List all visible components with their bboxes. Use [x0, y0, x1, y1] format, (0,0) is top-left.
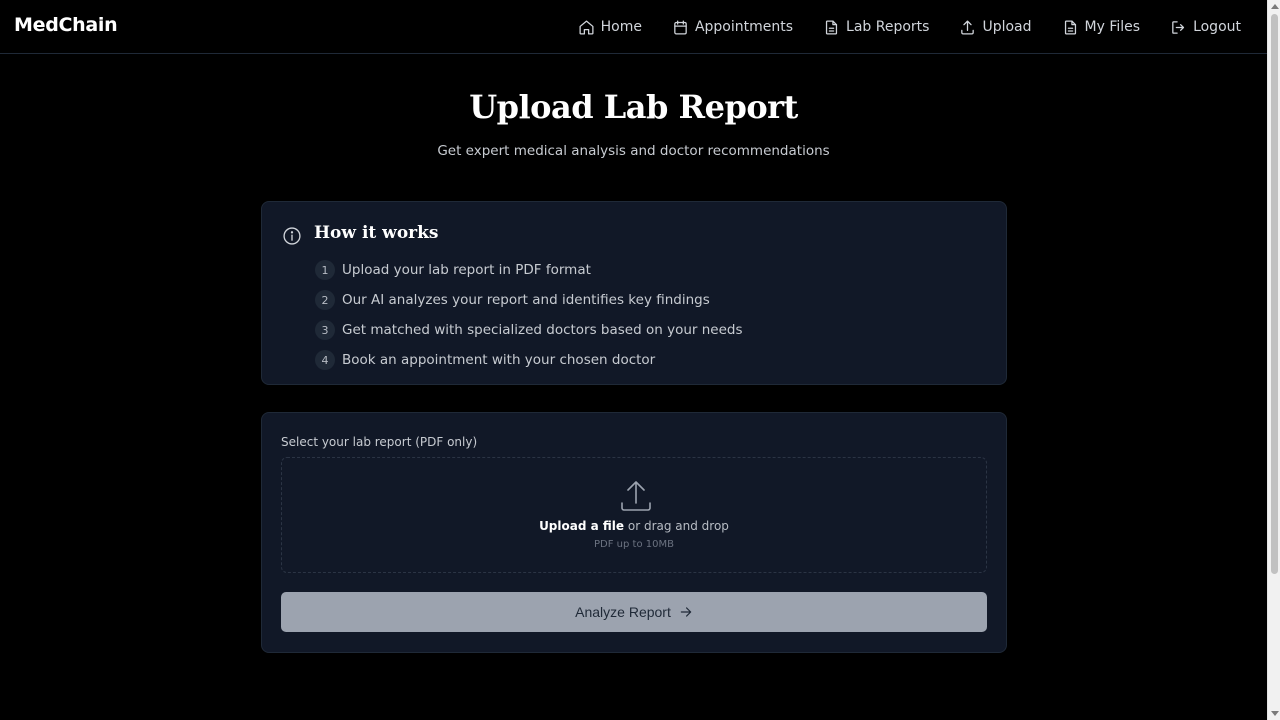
- home-icon: [579, 19, 594, 35]
- file-input-label: Select your lab report (PDF only): [281, 435, 478, 449]
- top-navbar: MedChain Home Appointments Lab Reports U…: [0, 0, 1267, 54]
- arrow-right-icon: [680, 607, 692, 617]
- nav-lab-reports[interactable]: Lab Reports: [823, 19, 929, 36]
- nav-logout[interactable]: Logout: [1170, 19, 1241, 36]
- nav-logout-label: Logout: [1193, 19, 1241, 35]
- step-text: Upload your lab report in PDF format: [342, 262, 591, 278]
- step-item: 4 Book an appointment with your chosen d…: [315, 345, 743, 375]
- upload-file-link[interactable]: Upload a file: [539, 519, 624, 533]
- step-text: Get matched with specialized doctors bas…: [342, 322, 743, 338]
- scrollbar-thumb[interactable]: [1271, 14, 1278, 574]
- brand-logo[interactable]: MedChain: [14, 14, 118, 36]
- step-item: 1 Upload your lab report in PDF format: [315, 255, 743, 285]
- step-text: Book an appointment with your chosen doc…: [342, 352, 656, 368]
- file-size-hint: PDF up to 10MB: [594, 539, 674, 550]
- step-item: 2 Our AI analyzes your report and identi…: [315, 285, 743, 315]
- step-text: Our AI analyzes your report and identifi…: [342, 292, 710, 308]
- upload-instructions: Upload a file or drag and drop: [282, 519, 986, 533]
- upload-icon: [616, 476, 656, 516]
- nav-my-files-label: My Files: [1084, 19, 1141, 35]
- nav-lab-reports-label: Lab Reports: [846, 19, 930, 35]
- step-number: 2: [315, 290, 335, 310]
- upload-card: Select your lab report (PDF only) Upload…: [261, 412, 1007, 653]
- file-dropzone[interactable]: Upload a file or drag and drop PDF up to…: [281, 457, 987, 573]
- upload-icon: [961, 19, 975, 35]
- info-icon: [282, 226, 302, 246]
- scroll-up-arrow-icon[interactable]: [1271, 4, 1279, 9]
- how-it-works-card: How it works 1 Upload your lab report in…: [261, 201, 1007, 385]
- logout-icon: [1172, 20, 1185, 34]
- step-number: 4: [315, 350, 335, 370]
- calendar-icon: [674, 19, 687, 35]
- document-icon: [1064, 19, 1076, 35]
- document-icon: [825, 19, 838, 35]
- page-title: Upload Lab Report: [469, 88, 798, 126]
- page-subtitle: Get expert medical analysis and doctor r…: [437, 143, 830, 159]
- nav-links: Home Appointments Lab Reports Upload My …: [578, 0, 1241, 54]
- drag-drop-text: or drag and drop: [624, 519, 729, 533]
- step-item: 3 Get matched with specialized doctors b…: [315, 315, 743, 345]
- analyze-report-label: Analyze Report: [575, 604, 671, 620]
- nav-appointments[interactable]: Appointments: [672, 19, 793, 36]
- page-scrollbar[interactable]: [1267, 0, 1280, 720]
- nav-home[interactable]: Home: [578, 19, 642, 36]
- nav-upload[interactable]: Upload: [959, 19, 1032, 36]
- nav-home-label: Home: [600, 19, 642, 35]
- analyze-report-button[interactable]: Analyze Report: [281, 592, 987, 632]
- scroll-down-arrow-icon[interactable]: [1271, 711, 1279, 716]
- nav-upload-label: Upload: [982, 19, 1032, 35]
- step-number: 1: [315, 260, 335, 280]
- nav-appointments-label: Appointments: [694, 19, 794, 35]
- steps-list: 1 Upload your lab report in PDF format 2…: [315, 255, 743, 375]
- how-it-works-title: How it works: [314, 223, 439, 243]
- step-number: 3: [315, 320, 335, 340]
- nav-my-files[interactable]: My Files: [1062, 19, 1141, 36]
